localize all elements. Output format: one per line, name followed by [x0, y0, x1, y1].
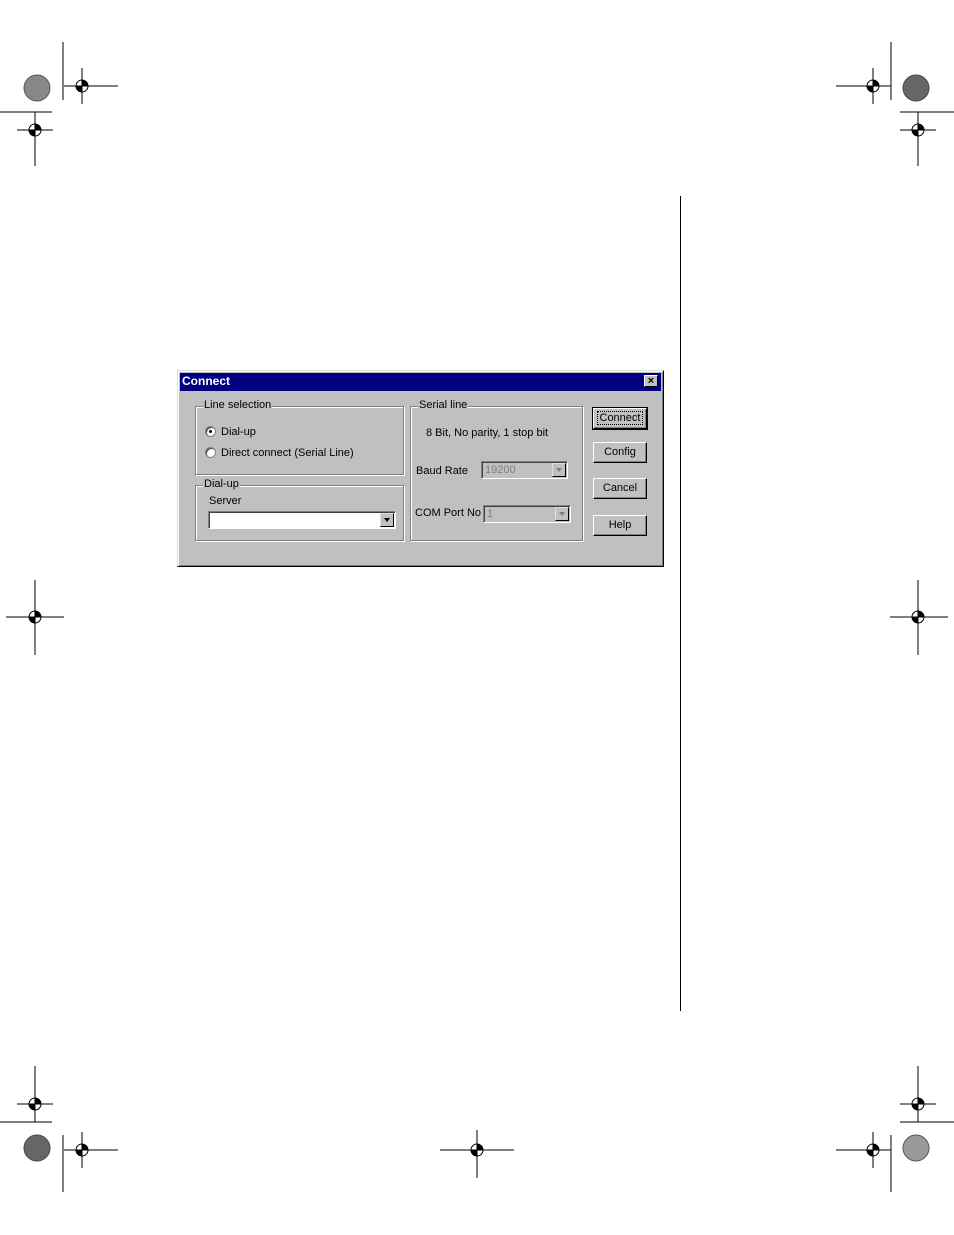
dialup-radio-label[interactable]: Dial-up — [221, 426, 256, 438]
serial-line-label: Serial line — [418, 399, 469, 411]
radio-selected-dot — [209, 430, 212, 433]
dialog-title: Connect — [182, 374, 230, 388]
help-button-label: Help — [608, 519, 632, 531]
cancel-button-label: Cancel — [602, 482, 638, 494]
line-selection-group: Line selection — [195, 399, 404, 475]
line-selection-label: Line selection — [203, 399, 273, 411]
com-port-label: COM Port No — [415, 507, 482, 519]
title-bar[interactable]: Connect × — [180, 373, 661, 391]
baud-rate-label: Baud Rate — [416, 465, 468, 477]
registration-marks — [0, 42, 954, 1192]
dialup-group-label: Dial-up — [203, 478, 240, 490]
connect-button[interactable]: Connect — [592, 407, 648, 430]
cancel-button[interactable]: Cancel — [593, 478, 647, 499]
config-button[interactable]: Config — [593, 442, 647, 463]
baud-rate-combobox[interactable]: 19200 — [481, 461, 568, 479]
help-button[interactable]: Help — [593, 515, 647, 536]
com-port-value: 1 — [487, 508, 494, 520]
close-icon: × — [647, 375, 655, 387]
chevron-down-icon[interactable] — [380, 513, 394, 527]
close-button[interactable]: × — [644, 375, 658, 387]
chevron-down-icon[interactable] — [552, 463, 566, 477]
com-port-combobox[interactable]: 1 — [483, 505, 571, 523]
connect-button-label: Connect — [596, 411, 644, 425]
serial-settings-text: 8 Bit, No parity, 1 stop bit — [426, 427, 549, 439]
config-button-label: Config — [604, 446, 636, 458]
direct-connect-radio-label[interactable]: Direct connect (Serial Line) — [221, 447, 354, 459]
server-label: Server — [209, 495, 242, 507]
dialup-radio[interactable] — [205, 426, 216, 437]
baud-rate-value: 19200 — [485, 464, 516, 476]
margin-rule — [680, 196, 681, 1011]
chevron-down-icon[interactable] — [555, 507, 569, 521]
server-combobox[interactable] — [208, 511, 396, 529]
direct-connect-radio[interactable] — [205, 447, 216, 458]
